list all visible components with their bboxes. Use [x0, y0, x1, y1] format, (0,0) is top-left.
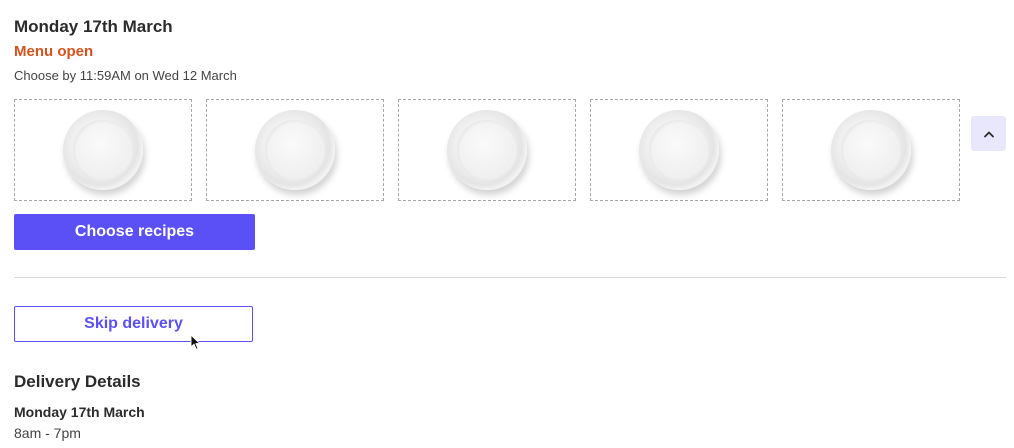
skip-delivery-button[interactable]: Skip delivery: [14, 306, 253, 342]
choose-recipes-button[interactable]: Choose recipes: [14, 214, 255, 250]
delivery-time-window: 8am - 7pm: [14, 425, 81, 441]
delivery-details-date: Monday 17th March: [14, 404, 145, 420]
recipe-slot-4[interactable]: [590, 99, 768, 201]
delivery-details-heading: Delivery Details: [14, 372, 141, 391]
recipe-slot-3[interactable]: [398, 99, 576, 201]
recipe-slot-2[interactable]: [206, 99, 384, 201]
choose-by-deadline: Choose by 11:59AM on Wed 12 March: [14, 68, 237, 83]
chevron-up-icon: [983, 131, 994, 137]
collapse-button[interactable]: [971, 116, 1006, 151]
delivery-date-title: Monday 17th March: [14, 17, 173, 36]
recipe-slot-1[interactable]: [14, 99, 192, 201]
section-divider: [14, 277, 1006, 278]
empty-plate-icon: [447, 110, 527, 190]
mouse-cursor-icon: [190, 334, 201, 350]
recipe-slots: [14, 99, 960, 201]
menu-status-label: Menu open: [14, 43, 94, 60]
recipe-slot-5[interactable]: [782, 99, 960, 201]
empty-plate-icon: [63, 110, 143, 190]
empty-plate-icon: [255, 110, 335, 190]
empty-plate-icon: [639, 110, 719, 190]
empty-plate-icon: [831, 110, 911, 190]
